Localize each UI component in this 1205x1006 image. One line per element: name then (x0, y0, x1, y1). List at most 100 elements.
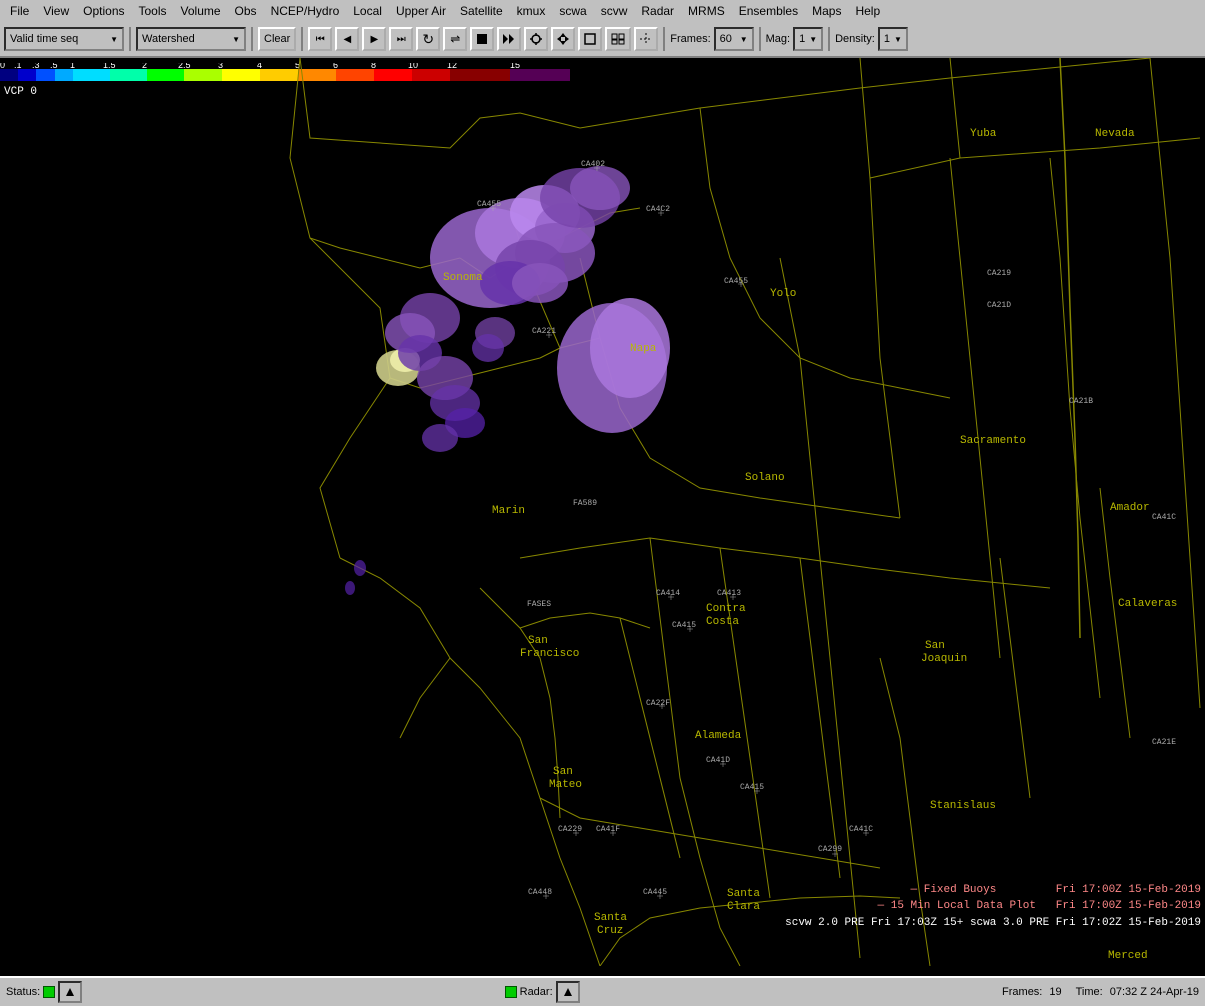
station-ca21b: CA21B (1069, 397, 1093, 406)
map-area[interactable]: 0 .1 .3 .5 1 1.5 2 2.5 3 4 5 6 8 10 12 1… (0, 58, 1205, 966)
frames-status-label: Frames: (1002, 986, 1042, 998)
cursor-icon (530, 33, 542, 45)
menu-upper-air[interactable]: Upper Air (390, 2, 452, 20)
loop-button[interactable]: ↻ (416, 27, 440, 51)
menu-satellite[interactable]: Satellite (454, 2, 509, 20)
first-frame-button[interactable]: ⏮ (308, 27, 332, 51)
county-label-sm: San (553, 766, 573, 778)
mag-dropdown[interactable]: 1 ▼ (793, 27, 823, 51)
watershed-dropdown[interactable]: Watershed ▼ (136, 27, 246, 51)
cursor-button[interactable] (524, 27, 548, 51)
seq-dropdown-arrow: ▼ (110, 35, 118, 44)
station-ca41f: CA41F (596, 825, 620, 834)
county-label-sm2: Mateo (549, 779, 582, 791)
county-label-stan: Stanislaus (930, 800, 996, 812)
station-ca415: CA415 (672, 621, 696, 630)
menu-local[interactable]: Local (347, 2, 388, 20)
version-line: scvw 2.0 PRE Fri 17:03Z 15+ scwa 3.0 PRE… (785, 915, 1201, 932)
density-arrow: ▼ (894, 35, 902, 44)
toolbar-sep-1 (129, 27, 131, 51)
up-arrow-icon (65, 987, 75, 997)
seq-dropdown[interactable]: Valid time seq ▼ (4, 27, 124, 51)
county-label-merced: Merced (1108, 950, 1148, 962)
pan-button[interactable] (551, 27, 575, 51)
station-ca21d: CA21D (987, 301, 1011, 310)
menu-scvw[interactable]: scvw (595, 2, 634, 20)
station-fases: FASES (527, 600, 551, 609)
select-icon (611, 33, 625, 45)
toolbar-sep-4 (663, 27, 665, 51)
frames-dropdown[interactable]: 60 ▼ (714, 27, 754, 51)
mag-arrow: ▼ (809, 35, 817, 44)
menu-scwa[interactable]: scwa (553, 2, 592, 20)
menu-file[interactable]: File (4, 2, 35, 20)
county-label-cruz2: Cruz (597, 925, 623, 937)
fwd-icon (503, 34, 515, 44)
radar-label: Radar: (520, 986, 553, 998)
station-ca455: CA455 (477, 200, 501, 209)
station-ca22f: CA22F (646, 699, 670, 708)
menu-ensembles[interactable]: Ensembles (733, 2, 804, 20)
crosshair-icon (640, 33, 652, 45)
time-status-value: 07:32 Z 24-Apr-19 (1110, 986, 1199, 998)
time-status-label: Time: (1076, 986, 1103, 998)
county-label-yuba: Yuba (970, 128, 997, 140)
next-frame-button[interactable]: ▶ (362, 27, 386, 51)
status-indicator[interactable] (58, 981, 82, 1003)
pan-icon (557, 33, 569, 45)
station-ca41c2: CA41C (1152, 513, 1176, 522)
stop-button[interactable] (470, 27, 494, 51)
menu-options[interactable]: Options (77, 2, 130, 20)
county-label-marin: Marin (492, 505, 525, 517)
menu-mrms[interactable]: MRMS (682, 2, 731, 20)
county-label-sonoma: Sonoma (443, 272, 483, 284)
zoom-icon (584, 33, 596, 45)
station-ca4c2: CA4C2 (646, 205, 670, 214)
station-ca219: CA219 (987, 269, 1011, 278)
county-label-sj: San (925, 640, 945, 652)
station-ca221: CA221 (532, 327, 556, 336)
county-label-cc2: Costa (706, 616, 739, 628)
station-ca299: CA299 (818, 845, 842, 854)
last-frame-button[interactable]: ⏭ (389, 27, 413, 51)
stop-icon (477, 34, 487, 44)
station-ca41d: CA41D (706, 756, 730, 765)
status-led (43, 986, 55, 998)
menu-maps[interactable]: Maps (806, 2, 847, 20)
select-button[interactable] (605, 27, 631, 51)
menu-tools[interactable]: Tools (133, 2, 173, 20)
rock-button[interactable]: ⇌ (443, 27, 467, 51)
density-dropdown[interactable]: 1 ▼ (878, 27, 908, 51)
menu-view[interactable]: View (37, 2, 75, 20)
menu-obs[interactable]: Obs (229, 2, 263, 20)
menubar: File View Options Tools Volume Obs NCEP/… (0, 0, 1205, 22)
county-label-sc2: Clara (727, 901, 760, 913)
menu-volume[interactable]: Volume (175, 2, 227, 20)
station-ca455b: CA455 (724, 277, 748, 286)
county-label-amador: Amador (1110, 502, 1150, 514)
toolbar-sep-3 (301, 27, 303, 51)
radar-indicator[interactable] (556, 981, 580, 1003)
station-ca445: CA445 (643, 888, 667, 897)
station-ca229: CA229 (558, 825, 582, 834)
fwd-button[interactable] (497, 27, 521, 51)
toolbar-sep-5 (759, 27, 761, 51)
crosshair-button[interactable] (634, 27, 658, 51)
precipitation-overlay (345, 166, 670, 595)
map-svg[interactable]: Yuba Nevada Yolo Sacramento Amador Solan… (0, 58, 1205, 966)
county-label-sacramento: Sacramento (960, 435, 1026, 447)
menu-radar[interactable]: Radar (635, 2, 680, 20)
watershed-dropdown-arrow: ▼ (232, 35, 240, 44)
county-label-sf2: Francisco (520, 648, 579, 660)
zoom-button[interactable] (578, 27, 602, 51)
density-label: Density: (835, 33, 875, 45)
prev-frame-button[interactable]: ◀ (335, 27, 359, 51)
clear-button[interactable]: Clear (258, 27, 296, 51)
toolbar-sep-2 (251, 27, 253, 51)
menu-ncep[interactable]: NCEP/Hydro (265, 2, 346, 20)
county-label-sj2: Joaquin (921, 653, 967, 665)
menu-kmux[interactable]: kmux (511, 2, 552, 20)
county-label-cruz: Santa (594, 912, 627, 924)
menu-help[interactable]: Help (849, 2, 886, 20)
county-label-cal: Calaveras (1118, 598, 1177, 610)
